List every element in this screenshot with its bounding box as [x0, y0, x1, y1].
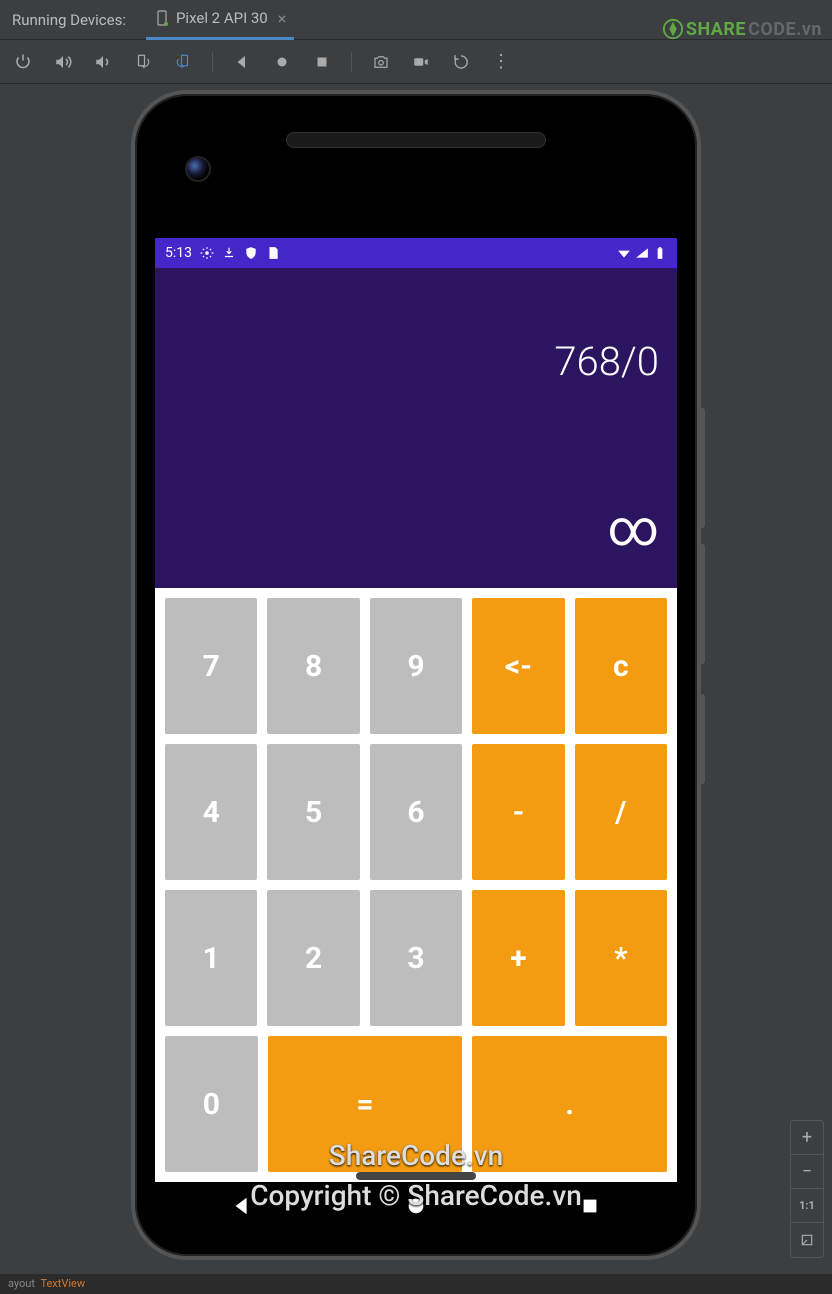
key-backspace[interactable]: <- — [472, 598, 564, 734]
device-tab[interactable]: Pixel 2 API 30 × — [146, 0, 294, 40]
download-icon — [222, 246, 236, 260]
snapshot-button[interactable] — [450, 51, 472, 73]
shield-icon — [244, 246, 258, 260]
watermark: SHARECODE.vn — [662, 18, 822, 40]
device-screen: 5:13 768/0 ∞ — [155, 238, 677, 1182]
status-time: 5:13 — [165, 245, 192, 261]
zoom-in-button[interactable]: + — [791, 1121, 823, 1155]
device-volume-up[interactable] — [699, 408, 705, 528]
signal-icon — [635, 246, 649, 260]
more-options-button[interactable]: ⋮ — [490, 51, 512, 73]
zoom-fit-button[interactable] — [791, 1223, 823, 1257]
phone-icon — [154, 10, 170, 26]
rotate-right-button[interactable] — [172, 51, 194, 73]
sd-card-icon — [266, 246, 280, 260]
device-power-key[interactable] — [699, 694, 705, 784]
record-button[interactable] — [410, 51, 432, 73]
key-5[interactable]: 5 — [267, 744, 359, 880]
emulator-area: 5:13 768/0 ∞ — [0, 84, 832, 1294]
calc-result: ∞ — [173, 500, 659, 558]
calculator-display: 768/0 ∞ — [155, 268, 677, 588]
device-speaker — [286, 132, 546, 148]
key-6[interactable]: 6 — [370, 744, 462, 880]
key-divide[interactable]: / — [575, 744, 667, 880]
sharecode-logo-icon — [662, 18, 684, 40]
key-clear[interactable]: c — [575, 598, 667, 734]
key-3[interactable]: 3 — [370, 890, 462, 1026]
zoom-out-button[interactable]: − — [791, 1155, 823, 1189]
close-tab-icon[interactable]: × — [278, 9, 287, 28]
key-4[interactable]: 4 — [165, 744, 257, 880]
key-1[interactable]: 1 — [165, 890, 257, 1026]
overview-button[interactable] — [311, 51, 333, 73]
android-status-bar[interactable]: 5:13 — [155, 238, 677, 268]
device-tab-label: Pixel 2 API 30 — [176, 9, 268, 27]
zoom-1to1-button[interactable]: 1:1 — [791, 1189, 823, 1223]
key-minus[interactable]: - — [472, 744, 564, 880]
device-volume-down[interactable] — [699, 544, 705, 664]
device-frame: 5:13 768/0 ∞ — [131, 90, 701, 1260]
key-9[interactable]: 9 — [370, 598, 462, 734]
key-7[interactable]: 7 — [165, 598, 257, 734]
settings-icon — [200, 246, 214, 260]
calculator-keypad: 7 8 9 <- c 4 5 6 - / 1 2 — [155, 588, 677, 1182]
battery-icon — [653, 246, 667, 260]
overlay-line-2: Copyright © ShareCode.vn — [149, 1179, 683, 1212]
emulator-toolbar: ⋮ — [0, 40, 832, 84]
key-multiply[interactable]: * — [575, 890, 667, 1026]
bottom-strip: ayout TextView — [0, 1274, 832, 1294]
calc-expression: 768/0 — [173, 338, 659, 385]
overlay-line-1: ShareCode.vn — [149, 1139, 683, 1172]
key-plus[interactable]: + — [472, 890, 564, 1026]
screenshot-button[interactable] — [370, 51, 392, 73]
home-button[interactable] — [271, 51, 293, 73]
wifi-icon — [617, 246, 631, 260]
volume-up-button[interactable] — [52, 51, 74, 73]
volume-down-button[interactable] — [92, 51, 114, 73]
rotate-left-button[interactable] — [132, 51, 154, 73]
key-8[interactable]: 8 — [267, 598, 359, 734]
device-camera — [185, 156, 211, 182]
power-button[interactable] — [12, 51, 34, 73]
running-devices-label: Running Devices: — [12, 11, 126, 29]
key-2[interactable]: 2 — [267, 890, 359, 1026]
zoom-panel: + − 1:1 — [790, 1120, 824, 1258]
back-button[interactable] — [231, 51, 253, 73]
